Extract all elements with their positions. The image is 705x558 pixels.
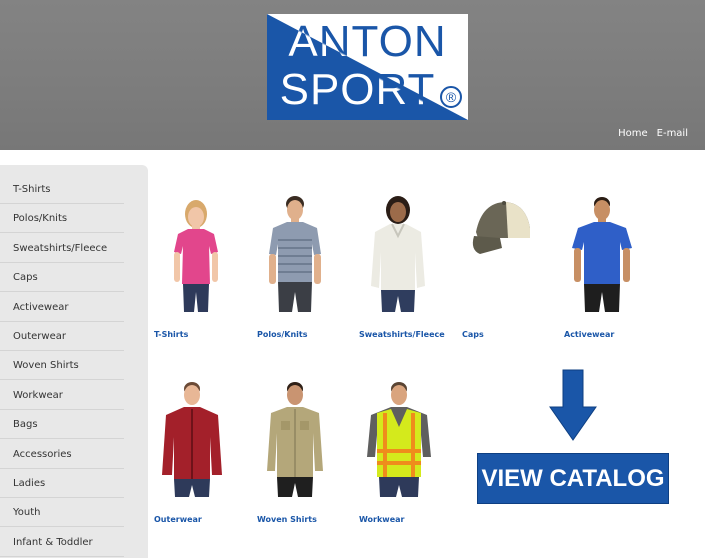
pink-tshirt-model-image: [174, 200, 218, 312]
product-tile-tshirts[interactable]: T-Shirts: [154, 192, 254, 340]
product-label[interactable]: T-Shirts: [154, 330, 254, 340]
cream-sweater-model-image: [371, 196, 425, 312]
product-tile-woven-shirts[interactable]: Woven Shirts: [257, 377, 357, 525]
sidebar-item-polos-knits[interactable]: Polos/Knits: [0, 204, 124, 233]
sidebar-item-caps[interactable]: Caps: [0, 263, 124, 292]
blue-activewear-model-image: [572, 197, 632, 312]
khaki-woven-shirt-model-image: [267, 382, 323, 497]
sidebar-item-bags[interactable]: Bags: [0, 410, 124, 439]
product-tile-workwear[interactable]: Workwear: [359, 377, 459, 525]
sidebar-item-infant-toddler[interactable]: Infant & Toddler: [0, 528, 124, 557]
hi-vis-vest-model-image: [367, 382, 431, 497]
product-label[interactable]: Outerwear: [154, 515, 254, 525]
product-tile-sweatshirts-fleece[interactable]: Sweatshirts/Fleece: [359, 192, 459, 340]
category-sidebar: T-Shirts Polos/Knits Sweatshirts/Fleece …: [0, 165, 148, 558]
sidebar-item-activewear[interactable]: Activewear: [0, 293, 124, 322]
sidebar-item-workwear[interactable]: Workwear: [0, 381, 124, 410]
sidebar-item-ladies[interactable]: Ladies: [0, 469, 124, 498]
nav-home-link[interactable]: Home: [618, 128, 648, 139]
product-label[interactable]: Caps: [462, 330, 562, 340]
logo-text-line2: SPORT: [267, 68, 458, 112]
top-navigation: Home E-mail: [618, 128, 688, 139]
trucker-cap-image: [472, 201, 530, 254]
down-arrow-icon: [549, 369, 597, 441]
product-label[interactable]: Woven Shirts: [257, 515, 357, 525]
gray-polo-model-image: [269, 196, 321, 312]
product-label[interactable]: Sweatshirts/Fleece: [359, 330, 459, 340]
sidebar-item-outerwear[interactable]: Outerwear: [0, 322, 124, 351]
nav-email-link[interactable]: E-mail: [657, 128, 688, 139]
sidebar-item-accessories[interactable]: Accessories: [0, 440, 124, 469]
registered-mark: ®: [440, 86, 462, 108]
red-fleece-jacket-model-image: [162, 382, 222, 497]
logo-text-line1: ANTON: [267, 20, 468, 64]
anton-sport-logo[interactable]: ANTON SPORT ®: [267, 14, 468, 120]
product-label[interactable]: Activewear: [564, 330, 664, 340]
view-catalog-button[interactable]: VIEW CATALOG: [477, 453, 669, 504]
sidebar-item-sweatshirts-fleece[interactable]: Sweatshirts/Fleece: [0, 234, 124, 263]
product-tile-caps[interactable]: Caps: [462, 192, 562, 340]
sidebar-item-tshirts[interactable]: T-Shirts: [0, 175, 124, 204]
product-label[interactable]: Workwear: [359, 515, 459, 525]
product-tile-activewear[interactable]: Activewear: [564, 192, 664, 340]
product-tile-polos-knits[interactable]: Polos/Knits: [257, 192, 357, 340]
sidebar-item-woven-shirts[interactable]: Woven Shirts: [0, 351, 124, 380]
sidebar-item-youth[interactable]: Youth: [0, 498, 124, 527]
product-label[interactable]: Polos/Knits: [257, 330, 357, 340]
product-tile-outerwear[interactable]: Outerwear: [154, 377, 254, 525]
site-header: ANTON SPORT ® Home E-mail: [0, 0, 705, 150]
